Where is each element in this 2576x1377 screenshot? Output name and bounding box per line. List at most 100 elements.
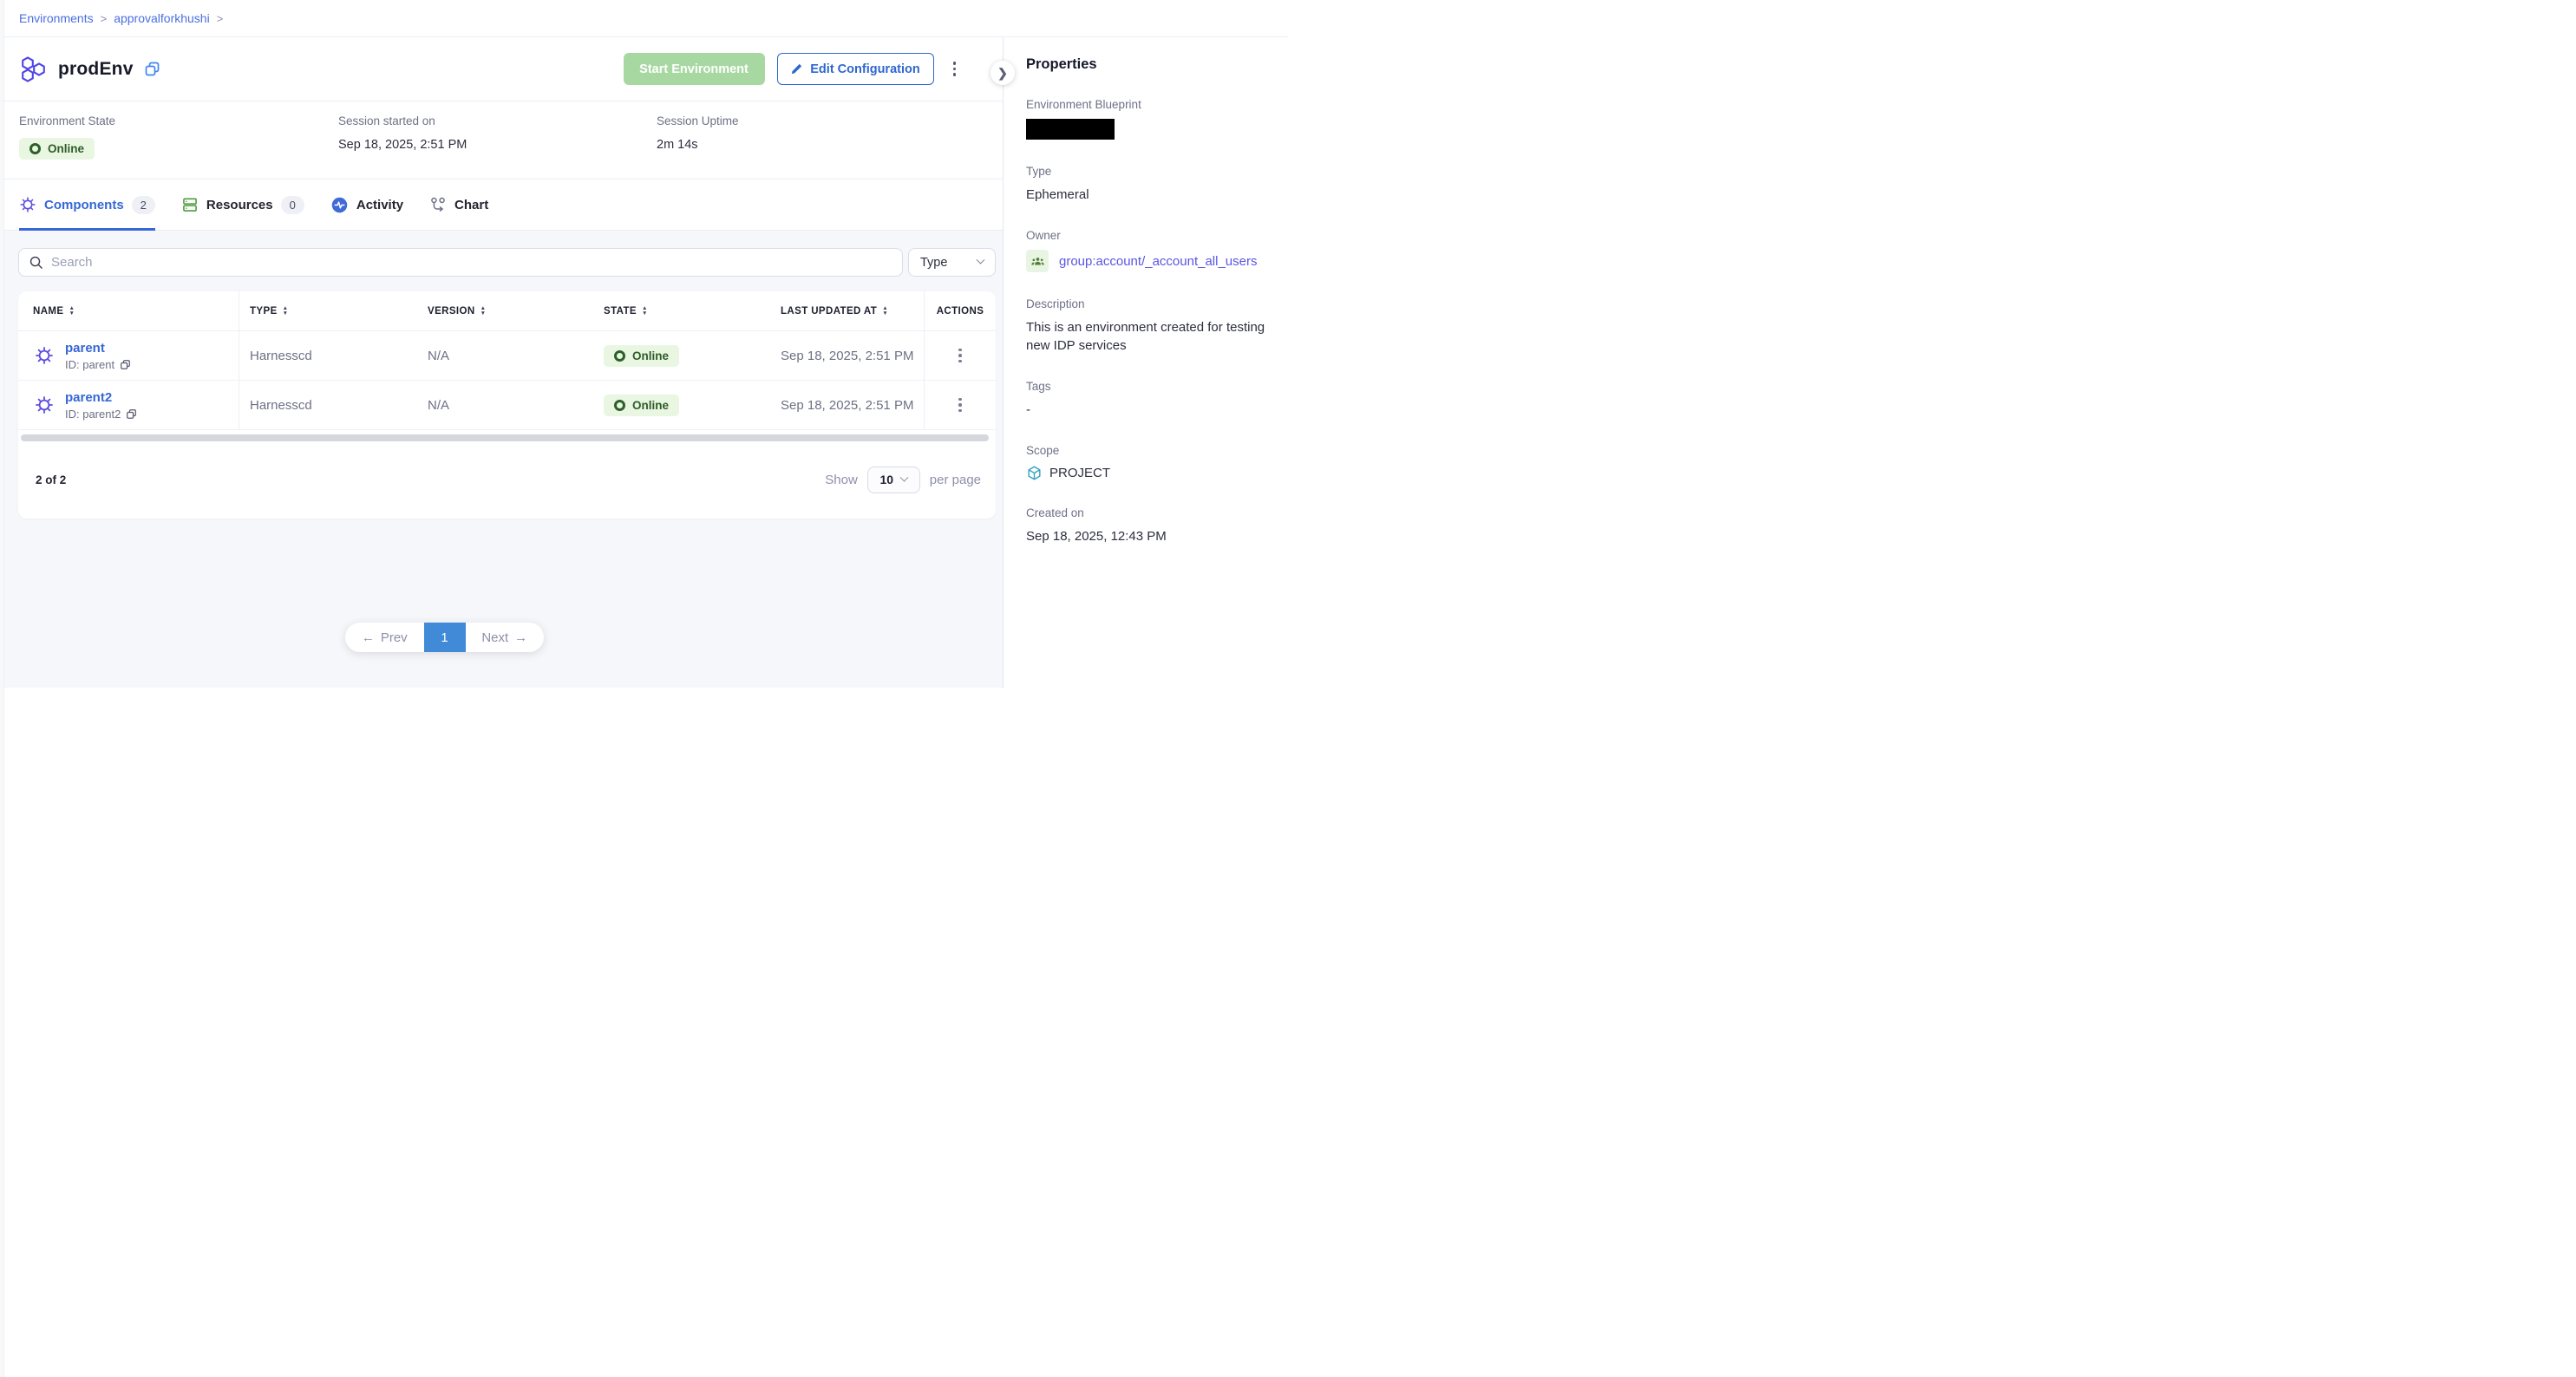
row-actions-menu-icon[interactable] — [953, 393, 967, 418]
blueprint-redacted-value — [1026, 119, 1115, 140]
row-actions-menu-icon[interactable] — [953, 343, 967, 369]
component-type: Harnesscd — [239, 349, 417, 363]
environment-state-label: Environment State — [19, 114, 338, 127]
sort-icon: ▲▼ — [69, 306, 75, 316]
sort-icon: ▲▼ — [642, 306, 648, 316]
gear-icon — [34, 345, 55, 366]
environment-stats: Environment State Online Session started… — [0, 101, 1003, 179]
cube-icon — [1026, 465, 1043, 481]
column-header-actions: ACTIONS — [924, 291, 996, 330]
page-size-dropdown[interactable]: 10 — [867, 467, 920, 493]
scope-value: PROJECT — [1049, 466, 1110, 480]
breadcrumb: Environments > approvalforkhushi > — [0, 0, 1288, 37]
tags-value: - — [1026, 401, 1271, 419]
column-header-name[interactable]: NAME▲▼ — [18, 291, 239, 330]
copy-id-icon[interactable] — [120, 359, 131, 370]
session-uptime-label: Session Uptime — [657, 114, 739, 127]
components-table: NAME▲▼ TYPE▲▼ VERSION▲▼ STATE▲▼ LAST UPD… — [18, 291, 996, 519]
components-panel: Type NAME▲▼ TYPE▲▼ VERSION▲▼ STATE▲▼ LAS… — [0, 231, 1003, 688]
component-type: Harnesscd — [239, 398, 417, 413]
row-count-summary: 2 of 2 — [36, 473, 66, 486]
tab-components-label: Components — [44, 198, 124, 212]
tab-activity-label: Activity — [356, 198, 403, 212]
environment-state-badge: Online — [19, 138, 95, 160]
tab-chart-label: Chart — [454, 198, 488, 212]
tab-chart[interactable]: Chart — [429, 179, 488, 230]
chart-flow-icon — [429, 196, 447, 213]
pencil-icon — [790, 62, 803, 75]
tab-resources-label: Resources — [206, 198, 273, 212]
sort-icon: ▲▼ — [283, 306, 289, 316]
tab-activity[interactable]: Activity — [330, 179, 403, 230]
type-filter-dropdown[interactable]: Type — [908, 248, 996, 277]
online-ring-icon — [29, 143, 41, 154]
edit-configuration-button[interactable]: Edit Configuration — [777, 53, 934, 85]
component-id: ID: parent — [65, 358, 114, 371]
tab-components[interactable]: Components 2 — [19, 179, 155, 230]
sort-icon: ▲▼ — [882, 306, 888, 316]
column-header-version[interactable]: VERSION▲▼ — [417, 291, 593, 330]
tab-resources[interactable]: Resources 0 — [181, 179, 304, 230]
column-header-type[interactable]: TYPE▲▼ — [239, 291, 417, 330]
chevron-down-icon — [977, 256, 985, 264]
resources-stack-icon — [181, 196, 199, 213]
blueprint-label: Environment Blueprint — [1026, 98, 1271, 111]
sort-icon: ▲▼ — [481, 306, 487, 316]
pagination-bar: 2 of 2 ← Prev 1 Next → Show — [18, 441, 996, 519]
component-name-link[interactable]: parent2 — [65, 390, 137, 405]
online-ring-icon — [614, 400, 625, 411]
group-icon — [1026, 250, 1049, 272]
search-input[interactable] — [51, 255, 892, 270]
component-state-badge: Online — [604, 345, 679, 367]
page-title: prodEnv — [58, 59, 134, 80]
type-label: Type — [1026, 165, 1271, 178]
component-last-updated: Sep 18, 2025, 2:51 PM — [770, 349, 924, 363]
collapse-panel-button[interactable]: ❯ — [991, 61, 1015, 85]
page-1-button[interactable]: 1 — [424, 623, 466, 652]
show-label: Show — [825, 473, 858, 487]
copy-id-icon[interactable] — [126, 408, 137, 420]
arrow-right-icon: → — [514, 630, 527, 645]
next-page-button[interactable]: Next → — [466, 623, 545, 652]
chevron-down-icon — [900, 473, 909, 481]
activity-pulse-icon — [330, 196, 349, 214]
created-on-value: Sep 18, 2025, 12:43 PM — [1026, 527, 1271, 545]
column-header-last-updated[interactable]: LAST UPDATED AT▲▼ — [770, 291, 924, 330]
description-value: This is an environment created for testi… — [1026, 318, 1271, 355]
online-ring-icon — [614, 350, 625, 362]
properties-title: Properties — [1026, 56, 1271, 73]
chevron-right-icon: ❯ — [997, 66, 1008, 81]
start-environment-button[interactable]: Start Environment — [624, 53, 765, 85]
owner-label: Owner — [1026, 229, 1271, 242]
owner-group-link[interactable]: group:account/_account_all_users — [1059, 254, 1258, 269]
table-header-row: NAME▲▼ TYPE▲▼ VERSION▲▼ STATE▲▼ LAST UPD… — [18, 291, 996, 331]
tab-resources-count: 0 — [281, 196, 304, 214]
column-header-state[interactable]: STATE▲▼ — [593, 291, 770, 330]
component-version: N/A — [417, 349, 593, 363]
left-gutter — [0, 0, 4, 1377]
gear-icon — [34, 395, 55, 415]
tags-label: Tags — [1026, 380, 1271, 393]
copy-name-icon[interactable] — [144, 61, 160, 77]
component-state-badge: Online — [604, 395, 679, 416]
tab-components-count: 2 — [132, 196, 155, 214]
session-started-value: Sep 18, 2025, 2:51 PM — [338, 138, 657, 152]
component-version: N/A — [417, 398, 593, 413]
prev-page-button[interactable]: ← Prev — [345, 623, 424, 652]
header-more-options-icon[interactable] — [946, 56, 964, 82]
created-on-label: Created on — [1026, 506, 1271, 519]
table-row: parent2 ID: parent2 Harnesscd N/A — [18, 381, 996, 430]
tab-bar: Components 2 Resources 0 — [0, 179, 1003, 231]
pager: ← Prev 1 Next → — [345, 623, 544, 652]
breadcrumb-approvalforkhushi-link[interactable]: approvalforkhushi — [114, 11, 210, 25]
gear-icon — [19, 196, 36, 213]
breadcrumb-environments-link[interactable]: Environments — [19, 11, 94, 25]
arrow-left-icon: ← — [362, 630, 375, 645]
type-value: Ephemeral — [1026, 186, 1271, 204]
description-label: Description — [1026, 297, 1271, 310]
component-name-link[interactable]: parent — [65, 341, 131, 356]
environment-hexagon-logo-icon — [19, 55, 49, 84]
search-icon — [29, 255, 43, 270]
component-last-updated: Sep 18, 2025, 2:51 PM — [770, 398, 924, 413]
table-row: parent ID: parent Harnesscd N/A — [18, 331, 996, 381]
